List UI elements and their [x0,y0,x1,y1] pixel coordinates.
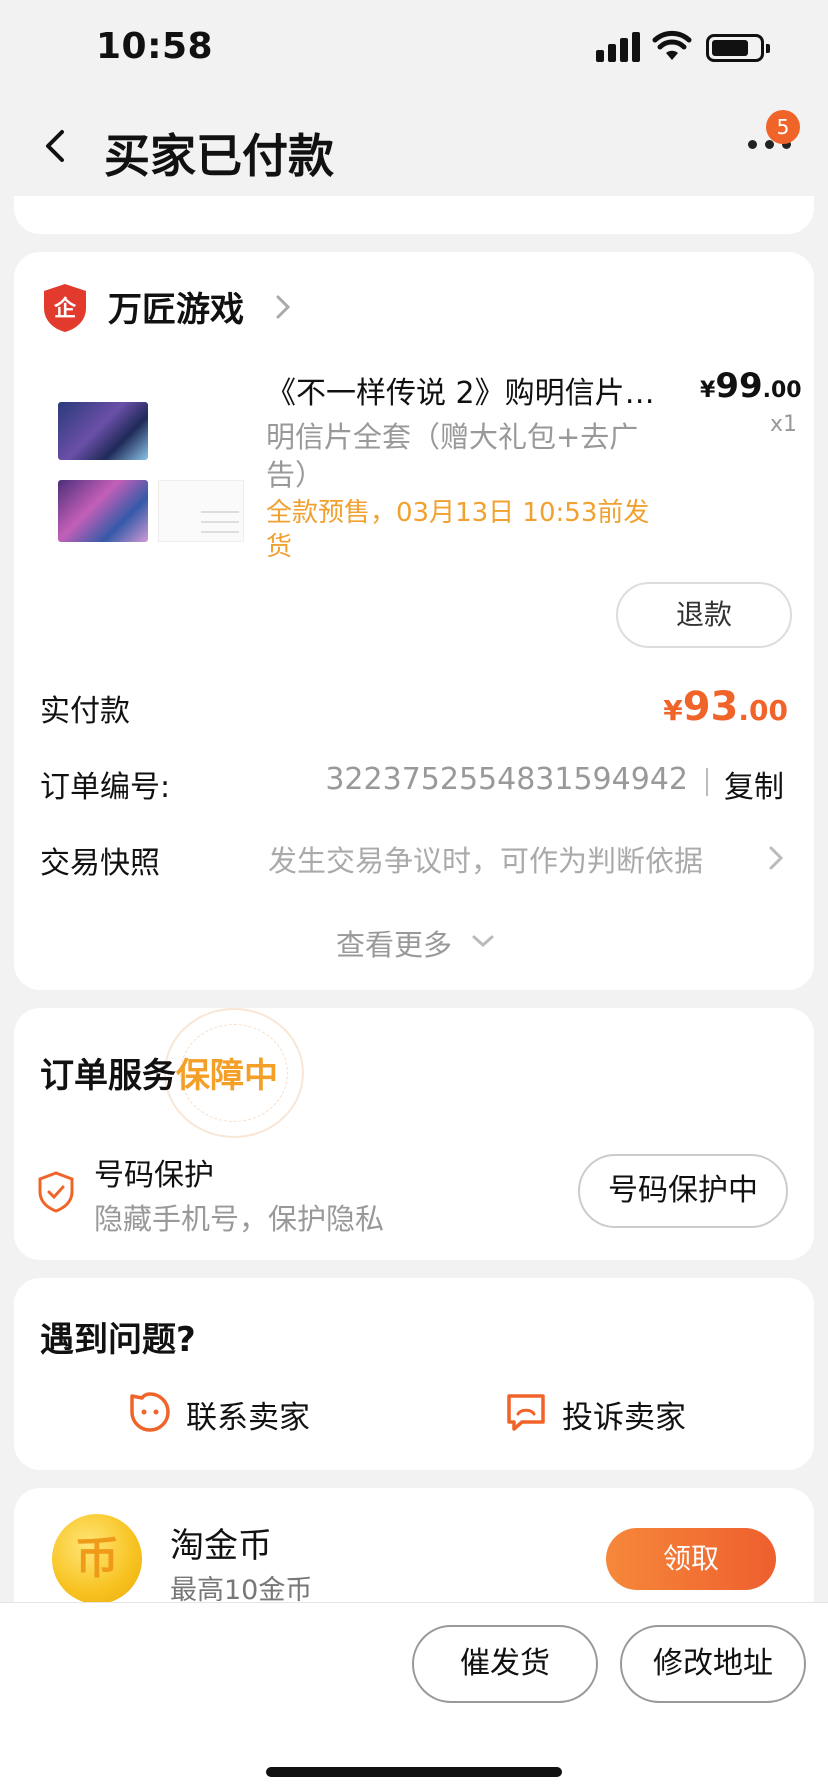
urge-shipment-button[interactable]: 催发货 [412,1625,598,1703]
battery-icon [706,34,770,62]
gold-coin-icon [52,1514,142,1604]
number-protection-button[interactable]: 号码保护中 [578,1154,788,1228]
bottom-action-bar: 催发货 修改地址 [0,1602,828,1792]
back-arrow-icon[interactable] [36,126,76,166]
cellular-signal-icon [596,30,640,62]
chat-face-icon [130,1392,170,1432]
product-spec: 明信片全套（赠大礼包+去广告） [266,420,639,492]
status-bar: 10:58 [0,0,828,96]
svg-text:企: 企 [53,296,77,322]
status-time: 10:58 [96,26,214,67]
order-card: 企 万匠游戏 《不一样传说 2》购明信片… ¥99.00 x1 明信片全套（赠大… [14,252,814,990]
chevron-right-icon[interactable] [766,844,786,872]
product-image[interactable] [38,384,248,592]
order-number-label: 订单编号: [40,770,171,805]
wifi-icon [652,30,692,60]
contact-seller-label: 联系卖家 [186,1400,310,1436]
coin-card: 淘金币 最高10金币 领取 [14,1488,814,1618]
enterprise-shop-icon: 企 [44,284,86,332]
product-quantity: x1 [770,412,798,437]
divider [706,768,708,796]
claim-button[interactable]: 领取 [606,1528,776,1590]
shield-check-icon [38,1171,74,1213]
refund-button[interactable]: 退款 [616,582,792,648]
presale-note: 全款预售，03月13日 10:53前发货 [266,498,650,562]
number-protection-title: 号码保护 [94,1158,214,1193]
chevron-down-icon[interactable] [470,932,496,950]
product-title[interactable]: 《不一样传说 2》购明信片… [266,368,686,412]
problem-card: 遇到问题? 联系卖家 投诉卖家 [14,1278,814,1470]
number-protection-desc: 隐藏手机号，保护隐私 [94,1202,385,1236]
coin-title: 淘金币 [170,1526,272,1566]
copy-button[interactable]: 复制 [724,762,784,806]
shop-name[interactable]: 万匠游戏 [108,282,244,331]
order-number-value: 3223752554831594942 [325,762,688,797]
complaint-icon [507,1394,545,1431]
paid-label: 实付款 [40,694,130,729]
product-price: ¥99.00 [700,366,802,406]
modify-address-button[interactable]: 修改地址 [620,1625,806,1703]
service-title: 订单服务保障中 [40,1056,278,1096]
nav-bar: 买家已付款 5 [0,96,828,206]
previous-card-edge [14,196,814,234]
problem-title: 遇到问题? [40,1320,196,1360]
notification-badge: 5 [766,110,800,144]
page-title: 买家已付款 [104,129,334,183]
snapshot-hint[interactable]: 发生交易争议时，可作为判断依据 [268,838,703,880]
snapshot-label[interactable]: 交易快照 [40,838,160,882]
home-indicator [266,1767,562,1777]
chevron-right-icon[interactable] [272,292,294,322]
view-more-link[interactable]: 查看更多 [336,922,452,964]
service-card: 订单服务保障中 号码保护 隐藏手机号，保护隐私 号码保护中 [14,1008,814,1260]
paid-amount: ¥93.00 [663,684,788,730]
complain-seller-label: 投诉卖家 [562,1400,686,1436]
